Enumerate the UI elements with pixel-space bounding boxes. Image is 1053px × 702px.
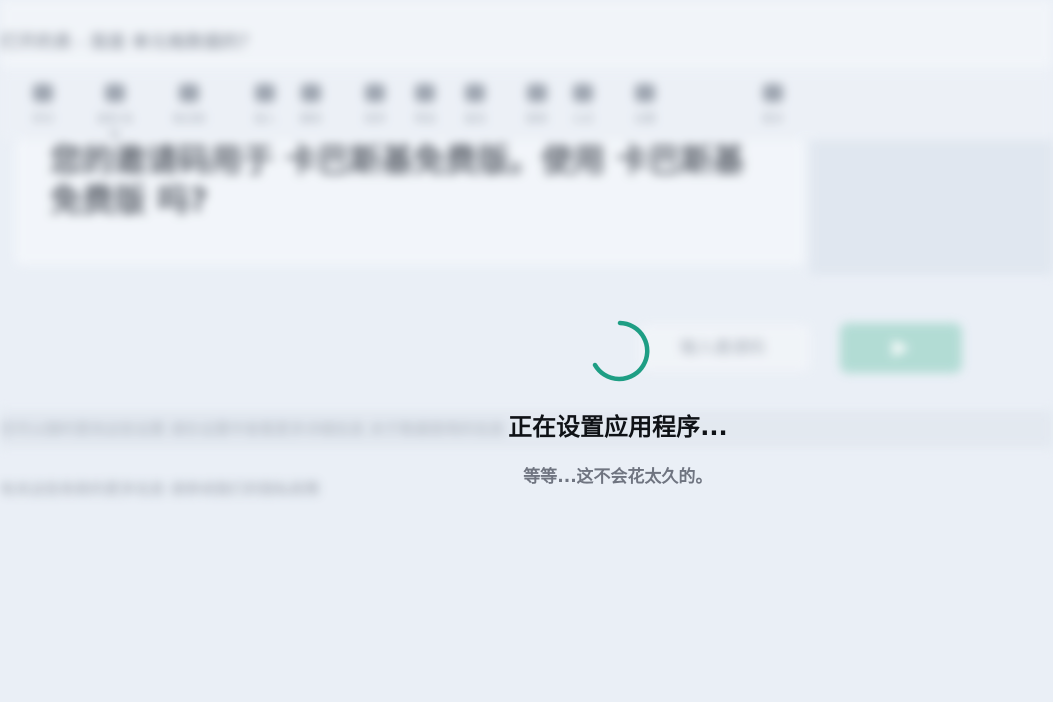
loading-spinner-icon bbox=[592, 320, 650, 382]
loading-overlay: 正在设置应用程序... 等等...这不会花太久的。 bbox=[0, 0, 1053, 702]
loading-subtitle: 等等...这不会花太久的。 bbox=[523, 467, 713, 487]
loading-title: 正在设置应用程序... bbox=[508, 413, 728, 441]
